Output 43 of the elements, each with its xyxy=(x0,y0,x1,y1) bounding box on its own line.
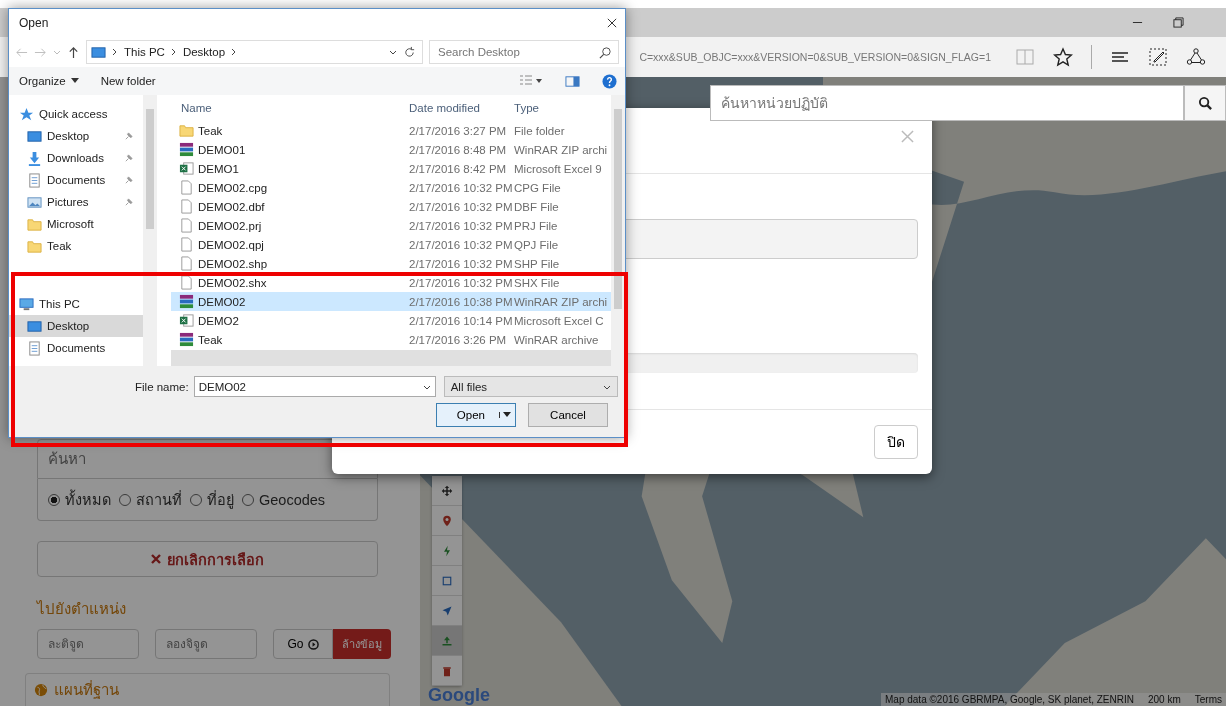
type-cell-text: WinRAR archive xyxy=(514,333,600,346)
type-cell-text: WinRAR ZIP archi xyxy=(514,143,609,156)
type-cell-text: Microsoft Excel 9 xyxy=(514,162,603,175)
date-cell: 2/17/2016 10:14 PM xyxy=(409,314,514,327)
type-cell-text: DBF File xyxy=(514,200,560,213)
date-cell: 2/17/2016 10:32 PM xyxy=(409,181,514,194)
file-name: DEMO02.shp xyxy=(198,257,268,270)
date-cell-text: 2/17/2016 3:27 PM xyxy=(409,124,508,137)
file-name: DEMO02 xyxy=(198,295,246,308)
type-cell-text: SHP File xyxy=(514,257,561,270)
type-cell-text: File folder xyxy=(514,124,566,137)
map-attribution: Map data ©2016 GBRMPA, Google, SK planet, ZENRIN xyxy=(885,694,1134,705)
type-cell-text: SHX File xyxy=(514,276,561,289)
date-cell-text: 2/17/2016 8:42 PM xyxy=(409,162,508,175)
file-name: DEMO02.qpj xyxy=(198,238,264,251)
section-heading: แผนที่ฐาน xyxy=(54,679,119,701)
file-name: DEMO01 xyxy=(198,143,246,156)
date-cell: 2/17/2016 10:38 PM xyxy=(409,295,514,308)
date-cell: 2/17/2016 10:32 PM xyxy=(409,238,514,251)
file-name: Teak xyxy=(198,124,223,137)
date-cell: 2/17/2016 10:32 PM xyxy=(409,257,514,270)
dialog-title: Open xyxy=(19,16,49,30)
section-heading: ไปยังตำแหน่ง xyxy=(37,599,127,619)
map-scale: 200 km xyxy=(1147,694,1181,705)
type-cell-text: Microsoft Excel C xyxy=(514,314,605,327)
date-cell: 2/17/2016 10:32 PM xyxy=(409,200,514,213)
date-cell: 2/17/2016 10:32 PM xyxy=(409,276,514,289)
type-cell-text: CPG File xyxy=(514,181,562,194)
file-name: Teak xyxy=(198,333,223,346)
file-name: DEMO02.dbf xyxy=(198,200,265,213)
type-cell-text: QPJ File xyxy=(514,238,560,251)
field-label: File name: xyxy=(135,380,189,393)
type-cell-text: PRJ File xyxy=(514,219,559,232)
type-cell-text: WinRAR ZIP archi xyxy=(514,295,609,308)
file-name: DEMO02.shx xyxy=(198,276,267,289)
map-logo: Google xyxy=(428,685,490,706)
date-cell: 2/17/2016 10:32 PM xyxy=(409,219,514,232)
file-name: DEMO1 xyxy=(198,162,239,175)
file-name: DEMO2 xyxy=(198,314,239,327)
file-name: DEMO02.prj xyxy=(198,219,262,232)
file-name: DEMO02.cpg xyxy=(198,181,268,194)
date-cell-text: 2/17/2016 3:26 PM xyxy=(409,333,508,346)
date-cell-text: 2/17/2016 8:48 PM xyxy=(409,143,508,156)
